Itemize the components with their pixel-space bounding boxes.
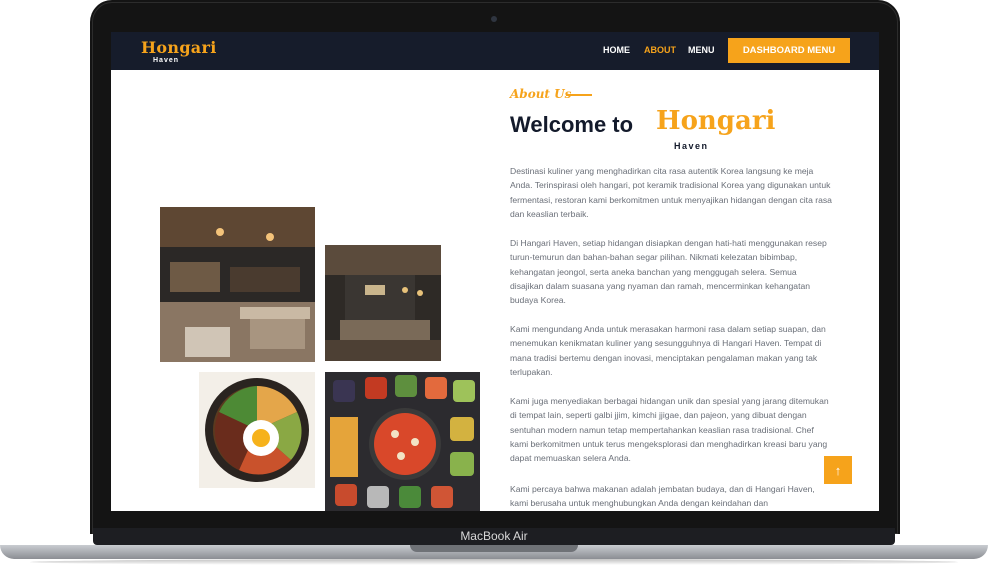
device-brand-label: MacBook Air <box>460 529 528 543</box>
about-us-tag: About Us <box>510 87 572 101</box>
camera-dot <box>491 16 497 22</box>
private-dining-room-photo <box>325 245 441 361</box>
about-paragraph-5: Kami percaya bahwa makanan adalah jembat… <box>510 484 815 509</box>
nav-link-home[interactable]: HOME <box>603 45 630 55</box>
about-paragraph-1: Destinasi kuliner yang menghadirkan cita… <box>510 166 832 219</box>
nav-logo[interactable]: Hongari Haven <box>141 38 231 66</box>
about-paragraph-4: Kami juga menyediakan berbagai hidangan … <box>510 396 829 464</box>
arrow-up-icon: ↑ <box>834 462 842 478</box>
about-us-divider <box>566 94 592 96</box>
laptop-screen: Hongari Haven HOME ABOUT MENU DASHBOARD … <box>111 32 879 511</box>
welcome-heading: Welcome to <box>510 112 634 137</box>
about-logo: Hongari Haven <box>656 106 776 152</box>
laptop-shadow <box>30 559 958 565</box>
about-paragraph-3: Kami mengundang Anda untuk merasakan har… <box>510 324 826 377</box>
nav-link-about[interactable]: ABOUT <box>644 45 676 55</box>
dashboard-menu-button[interactable]: DASHBOARD MENU <box>728 38 850 63</box>
about-paragraph-2: Di Hangari Haven, setiap hidangan disiap… <box>510 238 827 306</box>
restaurant-interior-photo <box>160 207 315 362</box>
navbar: Hongari Haven HOME ABOUT MENU DASHBOARD … <box>111 32 879 70</box>
bibimbap-photo <box>199 372 315 488</box>
laptop-base-notch <box>410 545 578 552</box>
about-logo-text: Hongari <box>656 106 776 136</box>
logo-text: Hongari <box>141 38 217 57</box>
logo-subtext: Haven <box>153 57 180 64</box>
back-to-top-button[interactable]: ↑ <box>824 456 852 484</box>
about-logo-subtext: Haven <box>674 141 709 151</box>
nav-link-menu[interactable]: MENU <box>688 45 715 55</box>
korean-banchan-spread-photo <box>325 372 480 511</box>
